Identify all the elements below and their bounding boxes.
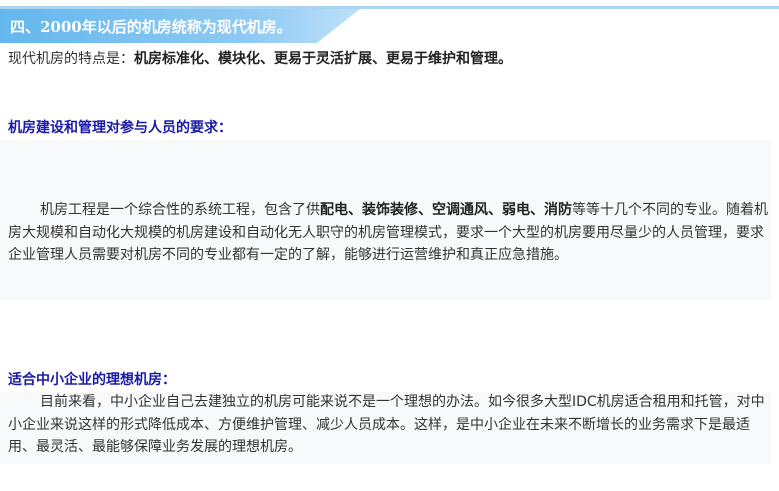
section-banner: 四、2000年以后的机房统称为现代机房。 [0, 9, 779, 43]
sme-heading: 适合中小企业的理想机房： [8, 372, 176, 388]
sme-paragraph: 目前来看，中小企业自己去建独立的机房可能来说不是一个理想的办法。如今很多大型ID… [8, 394, 765, 455]
requirements-emphasis: 配电、装饰装修、空调通风、弱电、消防 [320, 202, 572, 218]
intro-emphasis: 机房标准化、模块化、更易于灵活扩展、更易于维护和管理。 [134, 51, 512, 67]
intro-text: 现代机房的特点是：机房标准化、模块化、更易于灵活扩展、更易于维护和管理。 [8, 48, 773, 70]
intro-prefix: 现代机房的特点是： [8, 51, 134, 67]
requirements-heading: 机房建设和管理对参与人员的要求： [8, 120, 232, 136]
requirements-paragraph: 机房工程是一个综合性的系统工程，包含了供配电、装饰装修、空调通风、弱电、消防等等… [8, 199, 768, 267]
requirements-text-a: 机房工程是一个综合性的系统工程，包含了供 [40, 202, 320, 218]
section-title: 四、2000年以后的机房统称为现代机房。 [10, 18, 292, 36]
